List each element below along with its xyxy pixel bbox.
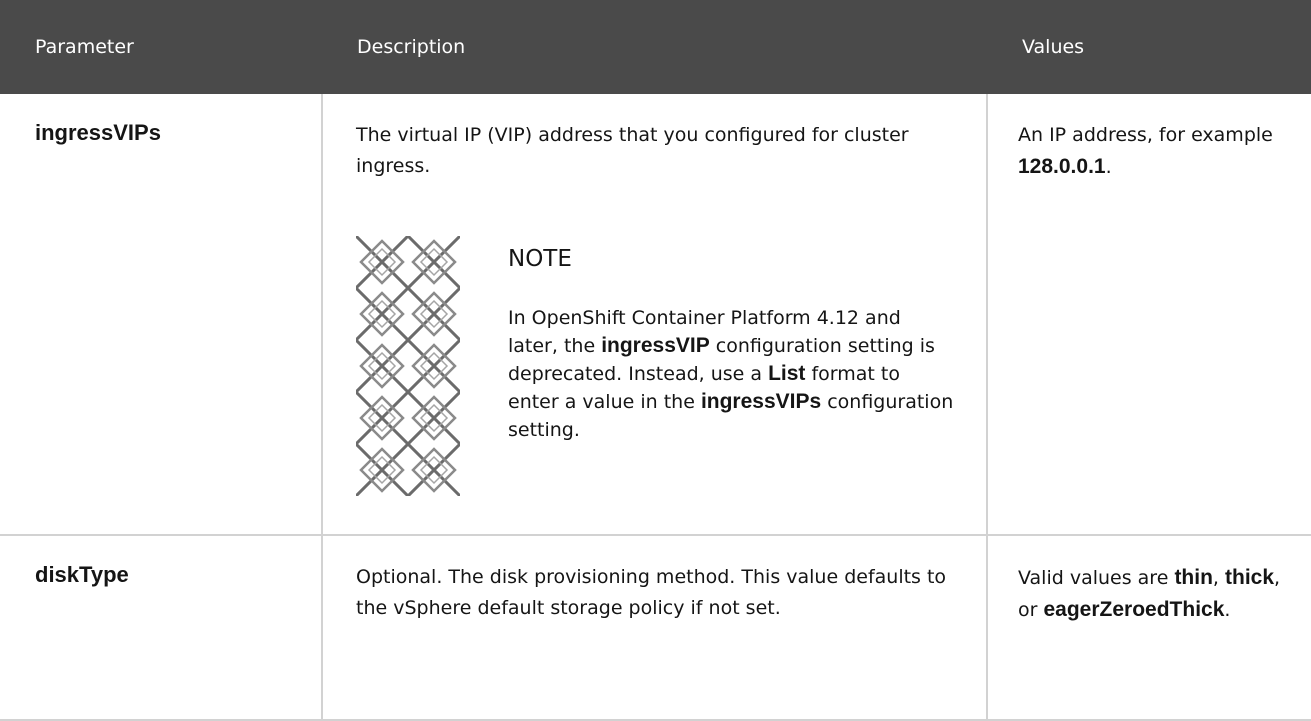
- table-row: diskType Optional. The disk provisioning…: [0, 535, 1311, 721]
- parameter-name: diskType: [35, 562, 129, 587]
- value-thin: thin: [1174, 566, 1213, 589]
- header-values: Values: [987, 0, 1311, 94]
- value-eagerzeroedthick: eagerZeroedThick: [1043, 598, 1225, 621]
- note-text: In OpenShift Container Platform 4.12 and…: [508, 304, 956, 444]
- note-pattern-icon: [356, 236, 460, 496]
- values-text-segment: .: [1224, 599, 1231, 621]
- table-row: ingressVIPs The virtual IP (VIP) address…: [0, 94, 1311, 536]
- value-example-ip: 128.0.0.1: [1018, 155, 1106, 178]
- parameter-name: ingressVIPs: [35, 120, 161, 145]
- value-thick: thick: [1225, 566, 1275, 589]
- parameter-cell: ingressVIPs: [0, 94, 322, 536]
- header-row: Parameter Description Values: [0, 0, 1311, 94]
- header-description: Description: [322, 0, 987, 94]
- note-admonition: NOTE In OpenShift Container Platform 4.1…: [356, 236, 956, 496]
- term-list: List: [768, 362, 806, 385]
- values-text-segment: .: [1105, 156, 1112, 178]
- parameter-cell: diskType: [0, 535, 322, 721]
- description-cell: Optional. The disk provisioning method. …: [321, 535, 987, 721]
- values-cell: Valid values are thin, thick, or eagerZe…: [986, 535, 1311, 721]
- note-title: NOTE: [508, 246, 572, 272]
- header-parameter: Parameter: [0, 0, 322, 94]
- description-cell: The virtual IP (VIP) address that you co…: [321, 94, 987, 536]
- values-text-segment: An IP address, for example: [1018, 124, 1273, 146]
- values-text-segment: Valid values are: [1018, 567, 1175, 589]
- description-text: Optional. The disk provisioning method. …: [356, 566, 947, 619]
- values-cell: An IP address, for example 128.0.0.1.: [986, 94, 1311, 536]
- term-ingressvips: ingressVIPs: [700, 390, 822, 413]
- description-text: The virtual IP (VIP) address that you co…: [356, 124, 909, 177]
- values-text-segment: ,: [1212, 567, 1226, 589]
- table-header: Parameter Description Values: [0, 0, 1311, 94]
- term-ingressvip: ingressVIP: [601, 334, 710, 357]
- parameters-table: Parameter Description Values ingressVIPs…: [0, 0, 1311, 721]
